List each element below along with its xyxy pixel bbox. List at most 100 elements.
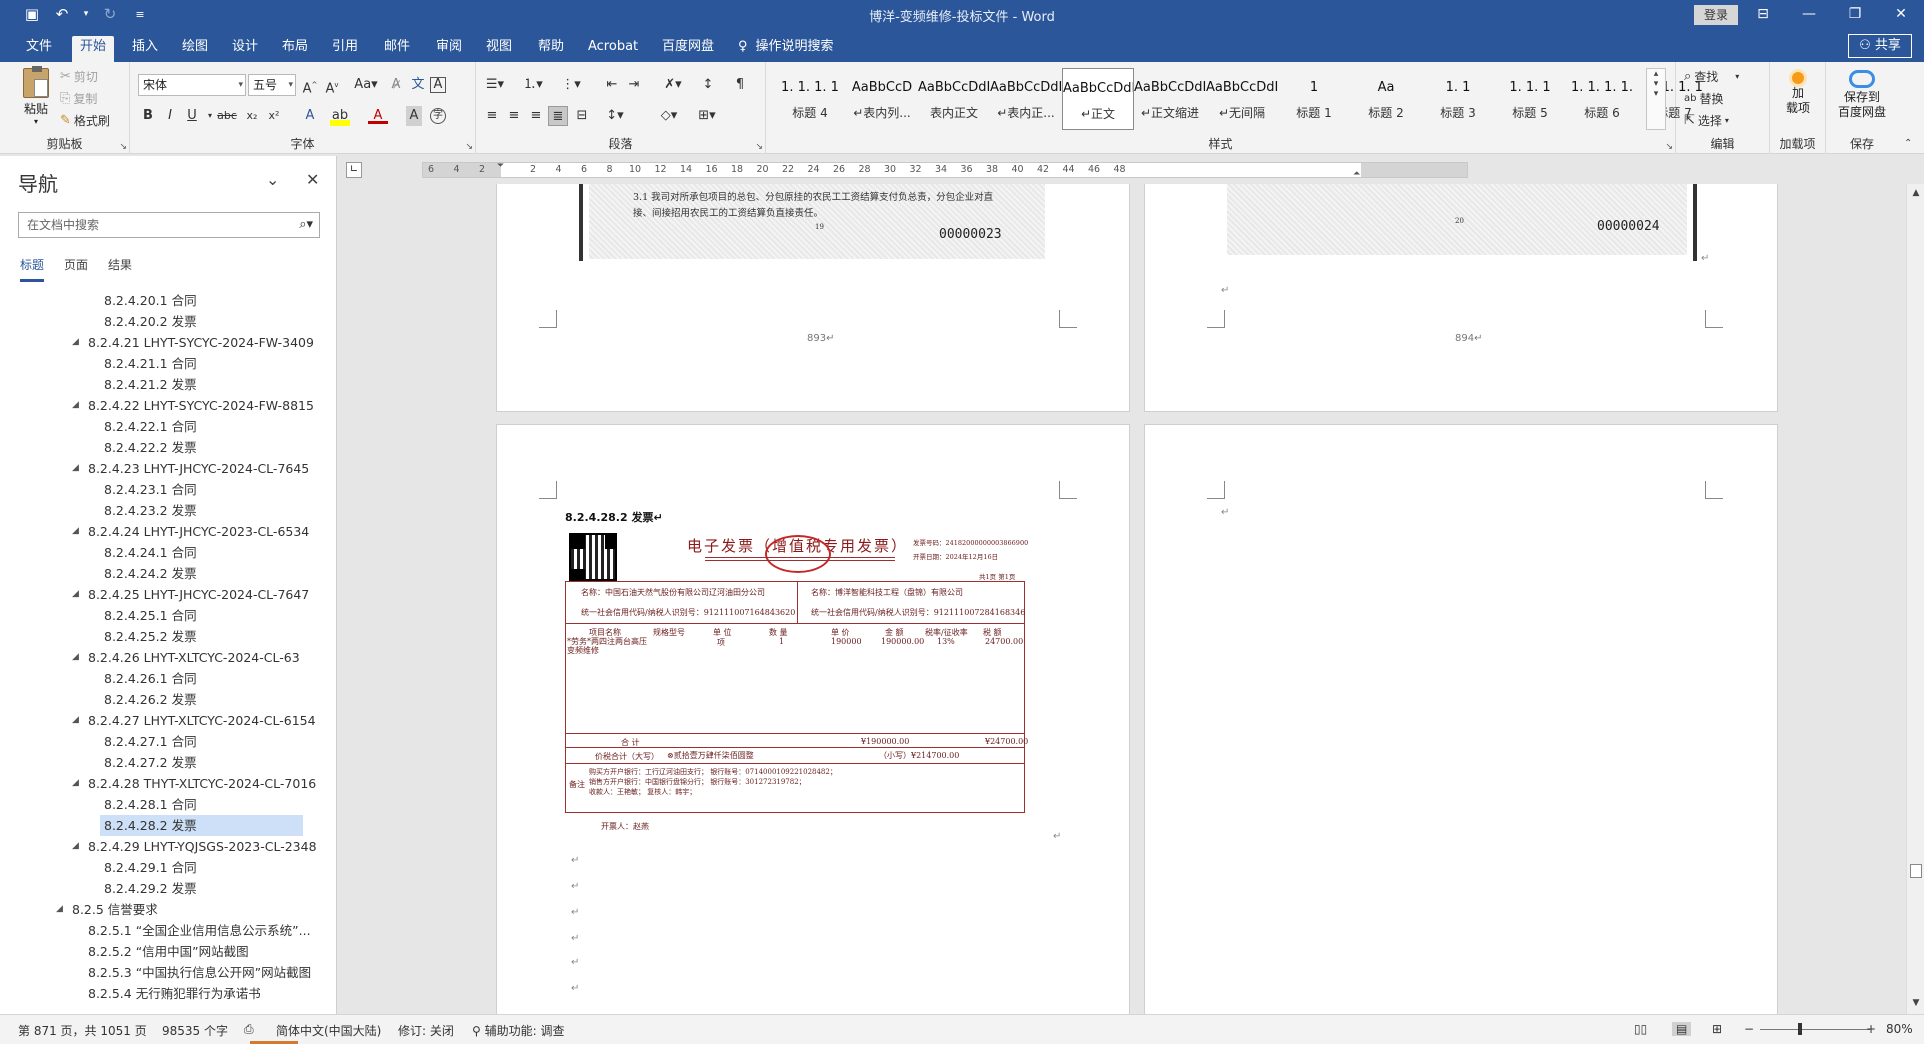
- underline-icon[interactable]: U: [182, 106, 202, 126]
- read-mode-icon[interactable]: ▯▯: [1634, 1022, 1647, 1036]
- tab-insert[interactable]: 插入: [124, 36, 166, 62]
- dialog-launcher-icon[interactable]: ↘: [1665, 142, 1673, 152]
- style-item[interactable]: AaBbCcDdI 表内正文: [918, 68, 990, 130]
- tab-mailings[interactable]: 邮件: [376, 36, 418, 62]
- tab-home[interactable]: 开始: [72, 36, 115, 62]
- save-to-netdisk-button[interactable]: 保存到 百度网盘: [1826, 68, 1898, 120]
- undo-dropdown-icon[interactable]: ▾: [82, 4, 90, 24]
- nav-options-chevron-icon[interactable]: ⌄: [266, 170, 279, 189]
- zoom-in-icon[interactable]: +: [1866, 1022, 1876, 1036]
- font-size-combo[interactable]: 五号 ▾: [248, 74, 296, 96]
- nav-heading-item[interactable]: 8.2.4.25.1 合同: [0, 605, 326, 626]
- expand-collapse-icon[interactable]: ◢: [72, 584, 79, 605]
- ruler-bar[interactable]: 6 4 2 2 4 6 8 10 12 14 16 18 20 22 24 26 28 30 32 34 36 38 40 4…: [422, 161, 1468, 179]
- zoom-slider-thumb[interactable]: [1798, 1023, 1802, 1035]
- scroll-thumb[interactable]: [1910, 864, 1922, 878]
- scroll-down-icon[interactable]: ▼: [1909, 998, 1923, 1008]
- nav-heading-item[interactable]: 8.2.4.24.2 发票: [0, 563, 326, 584]
- nav-heading-item[interactable]: ◢ 8.2.5 信誉要求: [0, 899, 326, 920]
- nav-heading-item[interactable]: 8.2.4.27.2 发票: [0, 752, 326, 773]
- bold-icon[interactable]: B: [138, 106, 158, 126]
- nav-tab-pages[interactable]: 页面: [64, 256, 88, 282]
- heading-8-2-4-28-2[interactable]: 8.2.4.28.2 发票↵: [565, 509, 663, 525]
- close-window-icon[interactable]: ✕: [1878, 0, 1924, 30]
- show-marks-icon[interactable]: ¶: [730, 75, 750, 95]
- nav-heading-item[interactable]: ◢ 8.2.4.25 LHYT-JHCYC-2024-CL-7647: [0, 584, 326, 605]
- character-border-icon[interactable]: A: [430, 77, 446, 93]
- asian-layout-icon[interactable]: ✗▾: [660, 75, 686, 95]
- nav-tab-headings[interactable]: 标题: [20, 256, 45, 282]
- dialog-launcher-icon[interactable]: ↘: [755, 142, 763, 152]
- tell-me-search[interactable]: ♀ 操作说明搜索: [738, 36, 834, 58]
- nav-heading-item[interactable]: 8.2.5.4 无行贿犯罪行为承诺书: [0, 983, 326, 1004]
- tab-file[interactable]: 文件: [18, 36, 60, 62]
- subscript-icon[interactable]: x₂: [242, 106, 262, 126]
- dialog-launcher-icon[interactable]: ↘: [119, 142, 127, 152]
- restore-icon[interactable]: ❐: [1832, 0, 1878, 30]
- justify-icon[interactable]: ≣: [548, 106, 568, 126]
- font-name-combo[interactable]: 宋体 ▾: [138, 74, 246, 96]
- dialog-launcher-icon[interactable]: ↘: [465, 142, 473, 152]
- nav-heading-item[interactable]: ◢ 8.2.4.23 LHYT-JHCYC-2024-CL-7645: [0, 458, 326, 479]
- tab-help[interactable]: 帮助: [530, 36, 572, 62]
- nav-heading-item[interactable]: 8.2.4.20.2 发票: [0, 311, 326, 332]
- borders-icon[interactable]: ⊞▾: [694, 106, 720, 126]
- enclose-characters-icon[interactable]: 字: [430, 108, 446, 124]
- nav-heading-item[interactable]: ◢ 8.2.4.28 THYT-XLTCYC-2024-CL-7016: [0, 773, 326, 794]
- nav-search-input[interactable]: 在文档中搜索 ⌕▾: [18, 212, 320, 238]
- tab-view[interactable]: 视图: [478, 36, 520, 62]
- text-effects-icon[interactable]: A: [300, 106, 320, 126]
- multilevel-list-icon[interactable]: ⋮▾: [558, 75, 584, 95]
- format-painter-button[interactable]: ✎ 格式刷: [60, 112, 110, 129]
- tab-selector[interactable]: ∟: [346, 162, 362, 178]
- proofing-icon[interactable]: ⎙: [244, 1022, 254, 1037]
- status-page-count[interactable]: 第 871 页，共 1051 页: [18, 1022, 147, 1039]
- replace-button[interactable]: ab 替换: [1684, 90, 1724, 107]
- expand-collapse-icon[interactable]: ◢: [72, 395, 79, 416]
- nav-heading-item[interactable]: ◢ 8.2.4.22 LHYT-SYCYC-2024-FW-8815: [0, 395, 326, 416]
- redo-icon[interactable]: ↻: [100, 4, 120, 24]
- tab-baidu-netdisk[interactable]: 百度网盘: [654, 36, 722, 62]
- nav-heading-item[interactable]: ◢ 8.2.4.21 LHYT-SYCYC-2024-FW-3409: [0, 332, 326, 353]
- expand-collapse-icon[interactable]: ◢: [72, 458, 79, 479]
- style-item[interactable]: AaBbCcDdI ↵无间隔: [1206, 68, 1278, 130]
- find-button[interactable]: ⌕ 查找 ▾: [1684, 68, 1739, 85]
- indent-marker-icon[interactable]: ⏷: [497, 161, 504, 171]
- style-item[interactable]: Aa 标题 2: [1350, 68, 1422, 130]
- ribbon-display-options-icon[interactable]: ⊟: [1740, 0, 1786, 30]
- nav-heading-item[interactable]: 8.2.4.28.1 合同: [0, 794, 326, 815]
- collapse-ribbon-icon[interactable]: ⌃: [1904, 138, 1912, 149]
- zoom-out-icon[interactable]: −: [1744, 1022, 1754, 1036]
- copy-button[interactable]: ⎘ 复制: [60, 90, 97, 107]
- nav-heading-item[interactable]: ◢ 8.2.4.26 LHYT-XLTCYC-2024-CL-63: [0, 647, 326, 668]
- tab-draw[interactable]: 绘图: [174, 36, 216, 62]
- tab-references[interactable]: 引用: [324, 36, 366, 62]
- expand-collapse-icon[interactable]: ◢: [72, 710, 79, 731]
- nav-heading-item[interactable]: 8.2.4.28.2 发票: [100, 815, 303, 836]
- zoom-level[interactable]: 80%: [1886, 1022, 1913, 1036]
- sort-icon[interactable]: ↕: [698, 75, 718, 95]
- style-item[interactable]: AaBbCcDdI ↵表内正...: [990, 68, 1062, 130]
- addins-button[interactable]: 加 载项: [1770, 68, 1826, 116]
- nav-close-icon[interactable]: ✕: [306, 170, 319, 189]
- font-color-icon[interactable]: A: [368, 106, 388, 124]
- nav-heading-item[interactable]: 8.2.4.22.2 发票: [0, 437, 326, 458]
- nav-heading-item[interactable]: 8.2.4.22.1 合同: [0, 416, 326, 437]
- style-item[interactable]: 1. 1. 1. 1 标题 4: [774, 68, 846, 130]
- tab-review[interactable]: 审阅: [428, 36, 470, 62]
- tab-layout[interactable]: 布局: [274, 36, 316, 62]
- styles-gallery-scroll[interactable]: ▴ ▾ ▾: [1646, 68, 1666, 130]
- nav-heading-item[interactable]: 8.2.4.24.1 合同: [0, 542, 326, 563]
- phonetic-guide-icon[interactable]: 文: [408, 75, 428, 95]
- clear-formatting-icon[interactable]: A̷: [386, 75, 406, 95]
- style-item[interactable]: 1. 1. 1. 1. 标题 6: [1566, 68, 1638, 130]
- status-language[interactable]: 简体中文(中国大陆): [276, 1022, 381, 1039]
- expand-collapse-icon[interactable]: ◢: [72, 521, 79, 542]
- accessibility-status[interactable]: ⚲ 辅助功能: 调查: [472, 1022, 564, 1039]
- align-right-icon[interactable]: ≡: [526, 106, 546, 126]
- increase-indent-icon[interactable]: ⇥: [624, 75, 644, 95]
- nav-heading-item[interactable]: ◢ 8.2.4.24 LHYT-JHCYC-2023-CL-6534: [0, 521, 326, 542]
- web-layout-icon[interactable]: ⊞: [1712, 1022, 1722, 1036]
- italic-icon[interactable]: I: [160, 106, 180, 126]
- style-item[interactable]: AaBbCcDdI ↵正文: [1062, 68, 1134, 130]
